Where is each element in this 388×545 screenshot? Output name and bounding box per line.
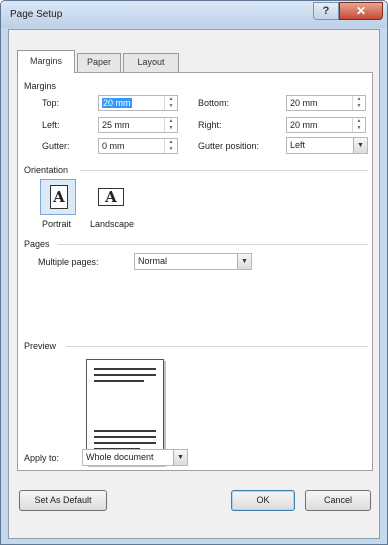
portrait-page-icon: A (50, 185, 68, 209)
spin-arrows-icon[interactable]: ▲ ▼ (164, 139, 177, 153)
title-bar[interactable]: Page Setup ? ✕ (1, 1, 387, 28)
chevron-down-icon[interactable]: ▼ (237, 254, 251, 269)
bottom-margin-spinner[interactable]: 20 mm ▲ ▼ (286, 95, 366, 111)
ok-button[interactable]: OK (231, 490, 295, 511)
left-margin-label: Left: (42, 120, 60, 130)
gutter-value: 0 mm (102, 141, 125, 151)
top-margin-spinner[interactable]: 20 mm ▲ ▼ (98, 95, 178, 111)
pages-divider (58, 244, 368, 245)
landscape-page-icon: A (98, 188, 124, 206)
landscape-label[interactable]: Landscape (90, 219, 134, 229)
preview-line (94, 430, 156, 432)
page-setup-dialog: Page Setup ? ✕ Margins Paper Layout Marg… (0, 0, 388, 545)
pages-section-title: Pages (24, 239, 50, 249)
top-margin-value: 20 mm (102, 98, 132, 108)
multiple-pages-label: Multiple pages: (38, 257, 99, 267)
chevron-down-icon[interactable]: ▼ (173, 450, 187, 465)
dialog-title: Page Setup (10, 9, 63, 20)
spin-arrows-icon[interactable]: ▲ ▼ (164, 96, 177, 110)
orientation-divider (80, 170, 368, 171)
set-as-default-button[interactable]: Set As Default (19, 490, 107, 511)
bottom-margin-value: 20 mm (290, 98, 318, 108)
dialog-body: Margins Paper Layout Margins Top: 20 mm … (8, 29, 380, 539)
chevron-down-icon[interactable]: ▼ (353, 138, 367, 153)
preview-divider (66, 346, 368, 347)
preview-line (94, 442, 156, 444)
preview-line (94, 380, 144, 382)
gutter-spinner[interactable]: 0 mm ▲ ▼ (98, 138, 178, 154)
gutter-label: Gutter: (42, 141, 70, 151)
spin-arrows-icon[interactable]: ▲ ▼ (352, 118, 365, 132)
close-button[interactable]: ✕ (339, 2, 383, 20)
apply-to-label: Apply to: (24, 453, 60, 463)
left-margin-spinner[interactable]: 25 mm ▲ ▼ (98, 117, 178, 133)
apply-to-value: Whole document (86, 452, 154, 462)
preview-line (94, 374, 156, 376)
spin-arrows-icon[interactable]: ▲ ▼ (164, 118, 177, 132)
preview-line (94, 368, 156, 370)
margins-section-title: Margins (24, 81, 57, 91)
help-button[interactable]: ? (313, 2, 339, 20)
preview-section-title: Preview (24, 341, 57, 351)
left-margin-value: 25 mm (102, 120, 130, 130)
multiple-pages-value: Normal (138, 256, 168, 266)
tab-layout[interactable]: Layout (123, 53, 179, 72)
bottom-margin-label: Bottom: (198, 98, 230, 108)
right-margin-spinner[interactable]: 20 mm ▲ ▼ (286, 117, 366, 133)
spin-arrows-icon[interactable]: ▲ ▼ (352, 96, 365, 110)
multiple-pages-dropdown[interactable]: Normal ▼ (134, 253, 252, 270)
landscape-option[interactable]: A (94, 179, 130, 215)
margins-tab-panel: Margins Top: 20 mm ▲ ▼ Bottom: 20 mm ▲ ▼ L… (17, 72, 373, 471)
portrait-label[interactable]: Portrait (42, 219, 71, 229)
preview-line (94, 436, 156, 438)
right-margin-label: Right: (198, 120, 222, 130)
close-icon: ✕ (355, 4, 367, 18)
gutter-position-dropdown[interactable]: Left ▼ (286, 137, 368, 154)
tab-margins[interactable]: Margins (17, 50, 75, 73)
orientation-section-title: Orientation (24, 165, 69, 175)
top-margin-label: Top: (42, 98, 60, 108)
gutter-position-label: Gutter position: (198, 141, 260, 151)
apply-to-dropdown[interactable]: Whole document ▼ (82, 449, 188, 466)
help-icon: ? (322, 5, 330, 17)
gutter-position-value: Left (290, 140, 306, 150)
cancel-button[interactable]: Cancel (305, 490, 371, 511)
right-margin-value: 20 mm (290, 120, 318, 130)
portrait-option[interactable]: A (40, 179, 76, 215)
tab-paper[interactable]: Paper (77, 53, 121, 72)
